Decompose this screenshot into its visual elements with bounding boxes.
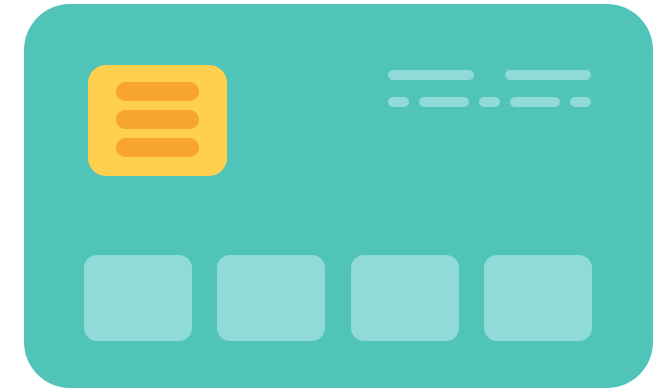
card-chip-icon bbox=[88, 65, 227, 176]
card-number-tile bbox=[84, 255, 192, 341]
card-number-tile bbox=[484, 255, 592, 341]
illustration-stage bbox=[0, 0, 653, 389]
card-dash bbox=[510, 97, 560, 107]
chip-stripe bbox=[116, 138, 199, 157]
card-text-line bbox=[388, 70, 474, 80]
card-dash bbox=[479, 97, 500, 107]
card-text-line bbox=[505, 70, 591, 80]
chip-stripe bbox=[116, 110, 199, 129]
card-number-tile bbox=[351, 255, 459, 341]
card-dash bbox=[419, 97, 469, 107]
card-dash bbox=[388, 97, 409, 107]
card-dash bbox=[570, 97, 591, 107]
chip-stripe bbox=[116, 82, 199, 101]
card-number-tile bbox=[217, 255, 325, 341]
credit-card-icon bbox=[24, 4, 653, 388]
